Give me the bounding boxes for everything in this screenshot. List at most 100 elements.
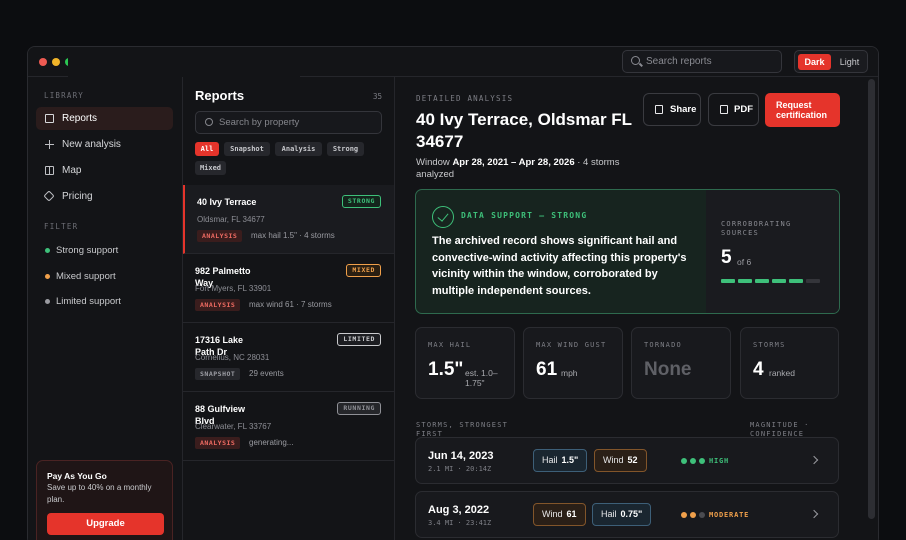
chip-analysis[interactable]: Analysis bbox=[275, 142, 322, 156]
sidebar-item-label: Map bbox=[62, 165, 82, 176]
report-card[interactable]: 17316 Lake Path Dr Cornelius, NC 28031 S… bbox=[183, 323, 394, 392]
share-icon bbox=[655, 105, 663, 114]
stat-value: 4 bbox=[753, 359, 764, 380]
filter-label-text: Mixed support bbox=[56, 271, 116, 282]
close-window-button[interactable] bbox=[39, 58, 47, 66]
stat-value: 1.5" bbox=[428, 359, 464, 380]
request-certification-button[interactable]: Request certification bbox=[765, 93, 840, 127]
sidebar-item-label: Reports bbox=[62, 113, 98, 124]
wind-pill: Wind 61 bbox=[533, 503, 586, 526]
pill-value: 0.75" bbox=[620, 509, 643, 519]
confidence-dot bbox=[690, 458, 696, 464]
report-address: Fort Myers, FL 33901 bbox=[195, 284, 272, 293]
hail-pill: Hail 1.5" bbox=[533, 449, 588, 472]
chip-snapshot[interactable]: Snapshot bbox=[224, 142, 270, 156]
map-icon bbox=[45, 166, 54, 175]
chip-mixed[interactable]: Mixed bbox=[195, 161, 226, 175]
status-dot-icon bbox=[45, 299, 50, 304]
scrollbar[interactable] bbox=[868, 79, 875, 519]
confidence-dot bbox=[681, 458, 687, 464]
sidebar-item-label: New analysis bbox=[62, 139, 121, 150]
stat-label: MAX WIND GUST bbox=[536, 341, 607, 349]
top-search-input[interactable]: Search reports bbox=[622, 50, 782, 73]
pill-key: Hail bbox=[601, 509, 617, 519]
pill-value: 1.5" bbox=[561, 455, 579, 465]
upgrade-button[interactable]: Upgrade bbox=[47, 513, 164, 535]
corroborating-sources: CORROBORATING SOURCES 5 of 6 bbox=[706, 190, 839, 313]
share-button[interactable]: Share bbox=[643, 93, 701, 126]
meter-segment bbox=[755, 279, 769, 283]
support-heading: DATA SUPPORT — STRONG bbox=[461, 211, 588, 220]
theme-dark-button[interactable]: Dark bbox=[798, 54, 831, 70]
pdf-button[interactable]: PDF bbox=[708, 93, 759, 126]
stat-max-hail: MAX HAIL 1.5" est. 1.0–1.75" bbox=[415, 327, 515, 399]
promo-title: Pay As You Go bbox=[47, 471, 107, 481]
sidebar-item-pricing[interactable]: Pricing bbox=[36, 185, 173, 208]
reports-list-panel: Reports 35 Search by property All Snapsh… bbox=[183, 77, 395, 540]
report-meta: generating... bbox=[249, 438, 294, 447]
filter-label-text: Strong support bbox=[56, 245, 119, 256]
report-address: Cornelius, NC 28031 bbox=[195, 353, 270, 362]
plus-icon bbox=[45, 140, 54, 149]
report-type-badge: ANALYSIS bbox=[195, 299, 241, 311]
stat-storms: STORMS 4 ranked bbox=[740, 327, 839, 399]
filter-strong-support[interactable]: Strong support bbox=[36, 241, 173, 261]
pill-value: 52 bbox=[627, 455, 638, 465]
report-meta: max hail 1.5" · 4 storms bbox=[251, 231, 335, 240]
report-address: Clearwater, FL 33767 bbox=[195, 422, 272, 431]
stat-unit: est. 1.0–1.75" bbox=[465, 368, 498, 388]
status-dot-icon bbox=[45, 274, 50, 279]
storm-row[interactable]: Aug 3, 2022 3.4 MI · 23:41Z Wind 61 Hail 0… bbox=[415, 491, 839, 538]
sidebar-item-reports[interactable]: Reports bbox=[36, 107, 173, 130]
chip-all[interactable]: All bbox=[195, 142, 219, 156]
sidebar-item-map[interactable]: Map bbox=[36, 159, 173, 182]
support-body: The archived record shows significant ha… bbox=[432, 235, 687, 297]
reports-count: 35 bbox=[372, 92, 382, 101]
theme-light-button[interactable]: Light bbox=[833, 54, 866, 70]
confidence-label: HIGH bbox=[709, 457, 730, 465]
status-dot-icon bbox=[45, 248, 50, 253]
theme-toggle[interactable]: Dark Light bbox=[794, 50, 868, 73]
confidence-dot bbox=[699, 512, 705, 518]
filter-mixed-support[interactable]: Mixed support bbox=[36, 267, 173, 287]
report-card[interactable]: 88 Gulfview Blvd Clearwater, FL 33767 AN… bbox=[183, 392, 394, 461]
check-circle-icon bbox=[432, 206, 454, 228]
storm-row[interactable]: Jun 14, 2023 2.1 MI · 20:14Z Hail 1.5" Wi… bbox=[415, 437, 839, 484]
report-address: Oldsmar, FL 34677 bbox=[197, 215, 265, 224]
report-type-badge: ANALYSIS bbox=[197, 230, 243, 242]
stat-unit: mph bbox=[561, 368, 578, 378]
report-card[interactable]: 982 Palmetto Way Fort Myers, FL 33901 AN… bbox=[183, 254, 394, 323]
corroborating-total: of 6 bbox=[737, 257, 752, 267]
minimize-window-button[interactable] bbox=[52, 58, 60, 66]
storm-date: Jun 14, 2023 bbox=[428, 450, 494, 462]
sidebar: LIBRARY Reports New analysis Map Pricing… bbox=[28, 77, 183, 540]
document-icon bbox=[720, 105, 728, 114]
stat-label: MAX HAIL bbox=[428, 341, 472, 349]
promo-description: Save up to 40% on a monthly plan. bbox=[47, 483, 152, 504]
detail-panel: DETAILED ANALYSIS 40 Ivy Terrace, Oldsma… bbox=[395, 77, 878, 540]
report-meta: 29 events bbox=[249, 369, 284, 378]
report-name: 40 Ivy Terrace bbox=[197, 197, 257, 207]
stat-label: STORMS bbox=[753, 341, 786, 349]
stat-value: None bbox=[644, 359, 692, 380]
chip-strong[interactable]: Strong bbox=[327, 142, 364, 156]
chevron-right-icon bbox=[809, 509, 819, 519]
meter-segment bbox=[806, 279, 820, 283]
filter-limited-support[interactable]: Limited support bbox=[36, 292, 173, 312]
report-card[interactable]: 40 Ivy Terrace Oldsmar, FL 34677 ANALYSI… bbox=[183, 185, 394, 254]
upgrade-promo: Pay As You Go Save up to 40% on a monthl… bbox=[36, 460, 173, 540]
window-range: Apr 28, 2021 – Apr 28, 2026 bbox=[452, 157, 575, 168]
sidebar-item-new-analysis[interactable]: New analysis bbox=[36, 133, 173, 156]
share-label: Share bbox=[670, 104, 697, 115]
library-label: LIBRARY bbox=[44, 91, 85, 100]
status-badge: LIMITED bbox=[337, 333, 381, 346]
filter-label: FILTER bbox=[44, 222, 79, 231]
title-bar: Search reports Dark Light bbox=[28, 47, 878, 79]
search-icon bbox=[205, 118, 213, 126]
meter-segment bbox=[772, 279, 786, 283]
property-search-input[interactable]: Search by property bbox=[195, 111, 382, 134]
meter-segment bbox=[738, 279, 752, 283]
stat-value: 61 bbox=[536, 359, 558, 380]
stat-tornado: TORNADO None bbox=[631, 327, 731, 399]
report-type-badge: ANALYSIS bbox=[195, 437, 241, 449]
